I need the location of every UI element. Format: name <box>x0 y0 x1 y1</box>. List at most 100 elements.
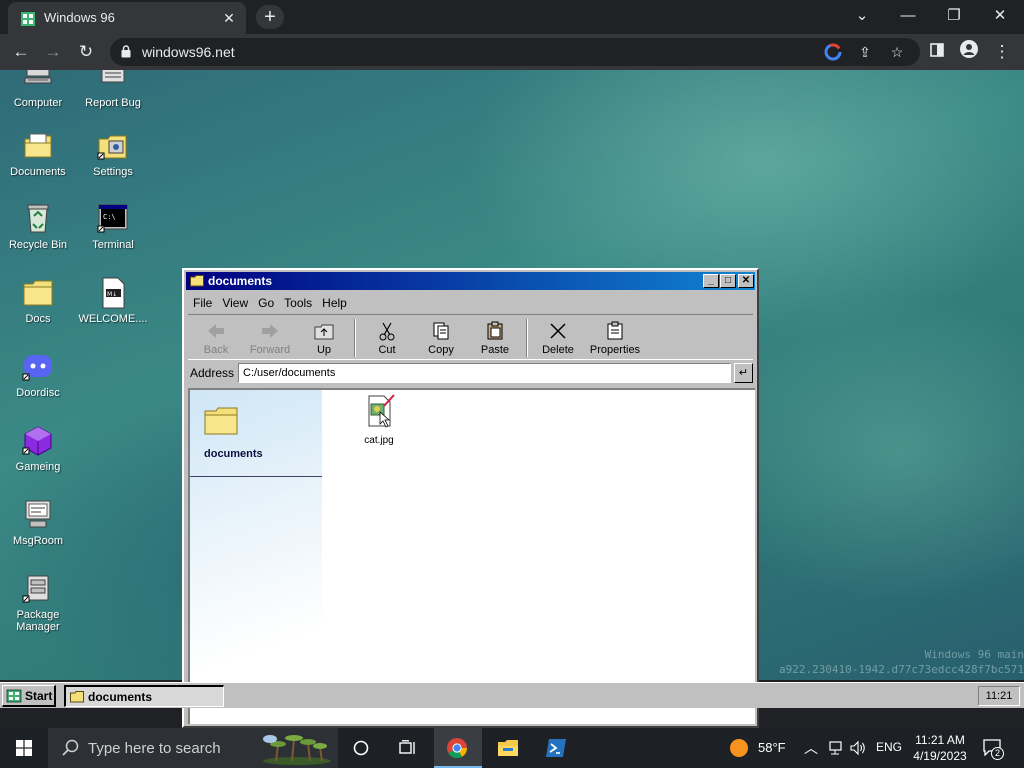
file-name: cat.jpg <box>364 435 394 446</box>
close-window-button[interactable]: ✕ <box>980 4 1020 28</box>
task-view-icon <box>399 740 415 754</box>
desktop-icon-label: Docs <box>25 313 51 325</box>
new-tab-button[interactable]: + <box>256 5 284 29</box>
desktop-icon-recycle-bin[interactable]: Recycle Bin <box>1 202 75 251</box>
file-item[interactable]: cat.jpg <box>350 394 408 446</box>
clock-time: 11:21 AM <box>915 733 965 747</box>
cortana-button[interactable] <box>338 728 386 768</box>
task-view-button[interactable] <box>384 728 432 768</box>
menu-file[interactable]: File <box>188 294 217 312</box>
menu-go[interactable]: Go <box>253 294 279 312</box>
restore-button[interactable]: ❐ <box>934 4 974 28</box>
start-button[interactable]: Start <box>2 685 56 707</box>
desktop-icon-documents[interactable]: Documents <box>1 129 75 178</box>
tab-search-icon[interactable]: ⌄ <box>842 4 882 28</box>
report-bug-icon <box>101 70 125 83</box>
more-menu-icon[interactable]: ⋮ <box>990 40 1014 64</box>
lock-icon <box>121 45 131 58</box>
menu-help[interactable]: Help <box>317 294 352 312</box>
browser-tabbar: Windows 96 ✕ + ⌄ — ❐ ✕ <box>0 0 1024 34</box>
weather-temperature[interactable]: 58°F <box>758 740 786 755</box>
desktop-icon-gameing[interactable]: Gameing <box>1 424 75 473</box>
search-placeholder: Type here to search <box>88 740 221 757</box>
notification-count-badge: 2 <box>991 747 1004 760</box>
forward-label: Forward <box>249 344 291 356</box>
notification-center-button[interactable]: 2 <box>978 734 1012 762</box>
window-title: documents <box>208 274 273 288</box>
search-icon <box>62 739 79 756</box>
desktop-icon-welcome[interactable]: M↓ WELCOME.... <box>76 276 150 325</box>
window-titlebar[interactable]: documents _ □ ✕ <box>186 272 755 290</box>
back-arrow-icon[interactable]: ← <box>9 40 33 64</box>
minimize-window-button[interactable]: _ <box>703 274 719 288</box>
volume-icon[interactable] <box>849 740 867 756</box>
up-label: Up <box>316 344 332 356</box>
desktop-icon-terminal[interactable]: C:\ Terminal <box>76 202 150 251</box>
desktop-icon-settings[interactable]: Settings <box>76 129 150 178</box>
taskbar-chrome[interactable] <box>434 728 482 768</box>
profile-avatar-icon[interactable] <box>957 40 981 64</box>
taskbar-item-documents[interactable]: documents <box>64 685 224 707</box>
taskbar-powershell[interactable] <box>532 728 580 768</box>
taskbar-search-box[interactable]: Type here to search <box>48 728 338 768</box>
input-language[interactable]: ENG <box>876 740 902 754</box>
go-arrow-icon[interactable]: ↵ <box>734 363 753 383</box>
forward-arrow-icon <box>262 324 278 338</box>
bookmark-star-icon[interactable]: ☆ <box>888 43 906 61</box>
terminal-icon: C:\ <box>97 204 128 233</box>
win96-taskbar: Start documents 11:21 <box>0 682 1024 708</box>
desktop-icon-msgroom[interactable]: MsgRoom <box>1 498 75 547</box>
forward-arrow-icon[interactable]: → <box>41 40 65 64</box>
desktop-icon-label: Documents <box>10 166 66 178</box>
tab-close-icon[interactable]: ✕ <box>220 9 238 27</box>
desktop-icon-label: Package Manager <box>16 609 60 633</box>
win96-clock: 11:21 <box>978 686 1020 706</box>
copy-button[interactable]: Copy <box>413 317 469 359</box>
address-input[interactable]: C:/user/documents <box>238 363 731 383</box>
maximize-window-button[interactable]: □ <box>720 274 736 288</box>
paste-button[interactable]: Paste <box>467 317 523 359</box>
reload-icon[interactable]: ↻ <box>74 40 98 64</box>
windows-start-button[interactable] <box>0 728 48 768</box>
delete-button[interactable]: Delete <box>530 317 586 359</box>
system-clock[interactable]: 11:21 AM 4/19/2023 <box>908 732 972 764</box>
properties-button[interactable]: Properties <box>584 317 646 359</box>
address-bar[interactable]: windows96.net ⇪ ☆ <box>110 38 920 66</box>
browser-tab[interactable]: Windows 96 ✕ <box>8 2 246 34</box>
cut-button[interactable]: Cut <box>359 317 415 359</box>
docs-folder-icon <box>23 280 53 306</box>
desktop-icon-label: Gameing <box>15 461 61 473</box>
menu-tools[interactable]: Tools <box>279 294 317 312</box>
back-button[interactable]: Back <box>188 317 244 359</box>
share-icon[interactable]: ⇪ <box>856 43 874 61</box>
desktop-icon-package-manager[interactable]: Package Manager <box>1 572 75 633</box>
network-icon[interactable] <box>827 740 843 756</box>
desktop-icon-report-bug[interactable]: Report Bug <box>76 70 150 109</box>
clock-date: 4/19/2023 <box>913 749 967 763</box>
copy-label: Copy <box>428 344 454 356</box>
file-view[interactable]: documents cat.jpg <box>188 388 755 724</box>
desktop-icon-computer[interactable]: Computer <box>1 70 75 109</box>
side-panel-icon[interactable] <box>925 40 949 64</box>
menu-view[interactable]: View <box>217 294 253 312</box>
address-label: Address <box>190 366 235 380</box>
toolbar-separator <box>354 319 356 357</box>
game-cube-icon <box>22 426 52 456</box>
minimize-button[interactable]: — <box>888 4 928 28</box>
package-icon <box>22 575 49 603</box>
show-hidden-icons-chevron-icon[interactable]: ︿ <box>804 738 818 758</box>
markdown-file-icon: M↓ <box>102 277 125 309</box>
properties-label: Properties <box>589 344 641 356</box>
start-label: Start <box>25 689 53 703</box>
desktop-icon-docs[interactable]: Docs <box>1 276 75 325</box>
taskbar-file-explorer[interactable] <box>484 728 532 768</box>
google-icon[interactable] <box>824 43 842 61</box>
close-window-x-button[interactable]: ✕ <box>738 274 754 288</box>
desktop-icon-label: Settings <box>93 166 133 178</box>
up-button[interactable]: Up <box>296 317 352 359</box>
msgroom-icon <box>25 500 51 528</box>
forward-button[interactable]: Forward <box>242 317 298 359</box>
weather-sun-icon <box>730 739 748 757</box>
desktop-icon-doordisc[interactable]: Doordisc <box>1 350 75 399</box>
copy-icon <box>433 322 449 340</box>
